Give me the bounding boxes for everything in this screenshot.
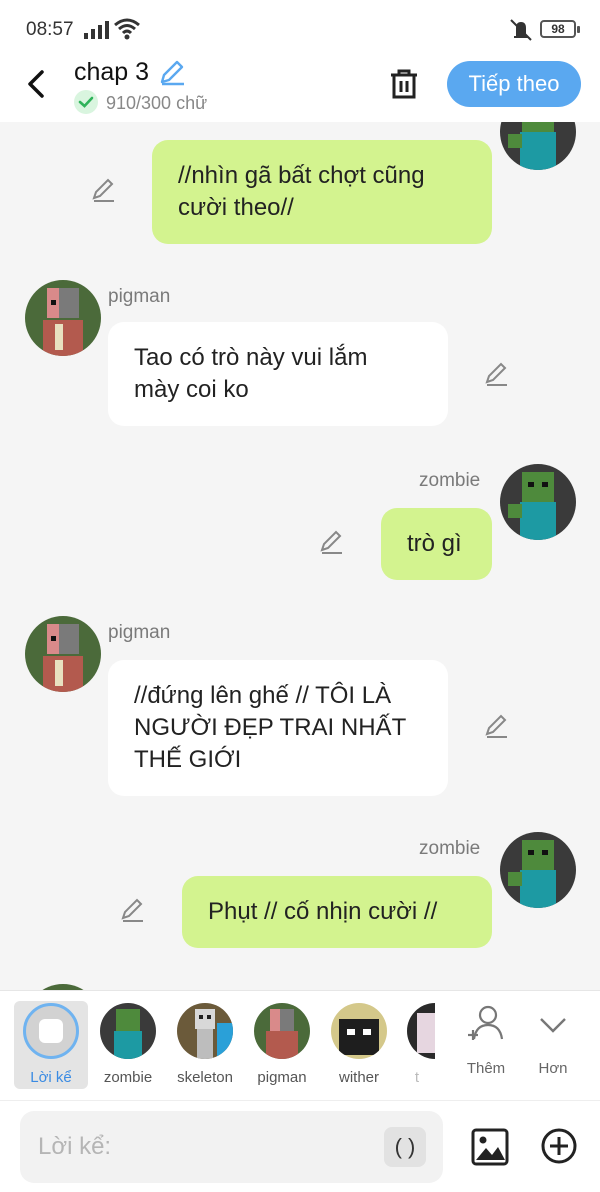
chat-area: //nhìn gã bất chợt cũng cười theo// pigm… [0,122,600,990]
message-line: THẾ GIỚI [134,746,242,773]
character-narrator[interactable]: Lời kể [14,1001,88,1089]
character-name: wither [338,1069,379,1086]
character-bar: Lời kể zombie skeleton pigman wither t T… [0,990,600,1100]
mute-bell-icon [510,19,532,41]
message-line: cười theo// [178,194,294,221]
chevron-down-icon [540,1018,566,1033]
message-line: //đứng lên ghế // TÔI LÀ [134,682,392,709]
edit-message-icon[interactable] [483,712,511,740]
message-bubble[interactable]: //nhìn gã bất chợt cũng cười theo// [152,140,492,244]
skeleton-avatar [177,1003,233,1059]
narrator-icon [23,1003,79,1059]
composer-box: ( ) [20,1111,443,1183]
add-label: Thêm [466,1060,506,1077]
message-line: trò gì [407,530,462,557]
trash-icon[interactable] [386,66,422,102]
app-header: chap 3 910/300 chữ Tiếp theo [0,56,600,122]
zombie-avatar[interactable] [500,464,576,540]
message-line: Phụt // cố nhịn cười // [208,898,438,925]
edit-title-icon[interactable] [158,58,186,86]
message-bubble[interactable]: Phụt // cố nhịn cười // [182,876,492,948]
add-user-icon [468,1005,504,1040]
zombie-avatar [100,1003,156,1059]
character-name: skeleton [177,1069,233,1086]
back-arrow-icon[interactable] [20,64,56,104]
sender-name: pigman [108,622,171,643]
edit-message-icon[interactable] [90,176,118,204]
wifi-icon [114,18,140,40]
message-line: //nhìn gã bất chợt cũng [178,162,425,189]
battery-indicator: 98 [540,20,580,38]
parentheses-button[interactable]: ( ) [384,1127,426,1167]
character-pigman[interactable]: pigman [245,1001,319,1089]
character-partial[interactable]: t [399,1001,435,1089]
edit-message-icon[interactable] [119,896,147,924]
character-name: t [414,1069,420,1086]
sender-name: pigman [108,286,171,307]
chapter-title: chap 3 [74,58,150,86]
status-bar: 08:57 98 [0,0,600,56]
edit-message-icon[interactable] [483,360,511,388]
zombie-avatar[interactable] [500,832,576,908]
message-line: Tao có trò này vui lắm [134,344,368,371]
next-button[interactable]: Tiếp theo [447,61,581,107]
edit-message-icon[interactable] [318,528,346,556]
check-icon [74,90,98,114]
message-input[interactable] [38,1129,378,1165]
sender-name: zombie [419,470,481,491]
image-icon[interactable] [470,1127,510,1167]
message-line: NGƯỜI ĐẸP TRAI NHẤT [134,714,407,741]
partial-avatar [407,1003,435,1059]
composer-bar: ( ) [0,1100,600,1192]
more-button[interactable]: Hơn [525,1003,581,1077]
word-count: 910/300 chữ [106,93,208,113]
status-time: 08:57 [26,19,74,40]
more-label: Hơn [538,1060,568,1077]
character-name: pigman [257,1069,307,1086]
message-bubble[interactable]: trò gì [381,508,492,580]
character-zombie[interactable]: zombie [91,1001,165,1089]
message-line: mày coi ko [134,376,249,403]
character-name: zombie [103,1069,153,1086]
character-name: Lời kể [30,1069,72,1086]
sender-name: zombie [419,838,481,859]
message-bubble[interactable]: Tao có trò này vui lắm mày coi ko [108,322,448,426]
pigman-avatar [254,1003,310,1059]
wither-avatar [331,1003,387,1059]
character-wither[interactable]: wither [322,1001,396,1089]
pigman-avatar[interactable] [25,280,101,356]
character-skeleton[interactable]: skeleton [168,1001,242,1089]
add-character-button[interactable]: Thêm [458,1003,514,1077]
signal-icon [84,21,109,39]
zombie-avatar[interactable] [500,122,576,170]
message-bubble[interactable]: //đứng lên ghế // TÔI LÀ NGƯỜI ĐẸP TRAI … [108,660,448,796]
add-circle-icon[interactable] [540,1127,578,1165]
pigman-avatar[interactable] [25,616,101,692]
